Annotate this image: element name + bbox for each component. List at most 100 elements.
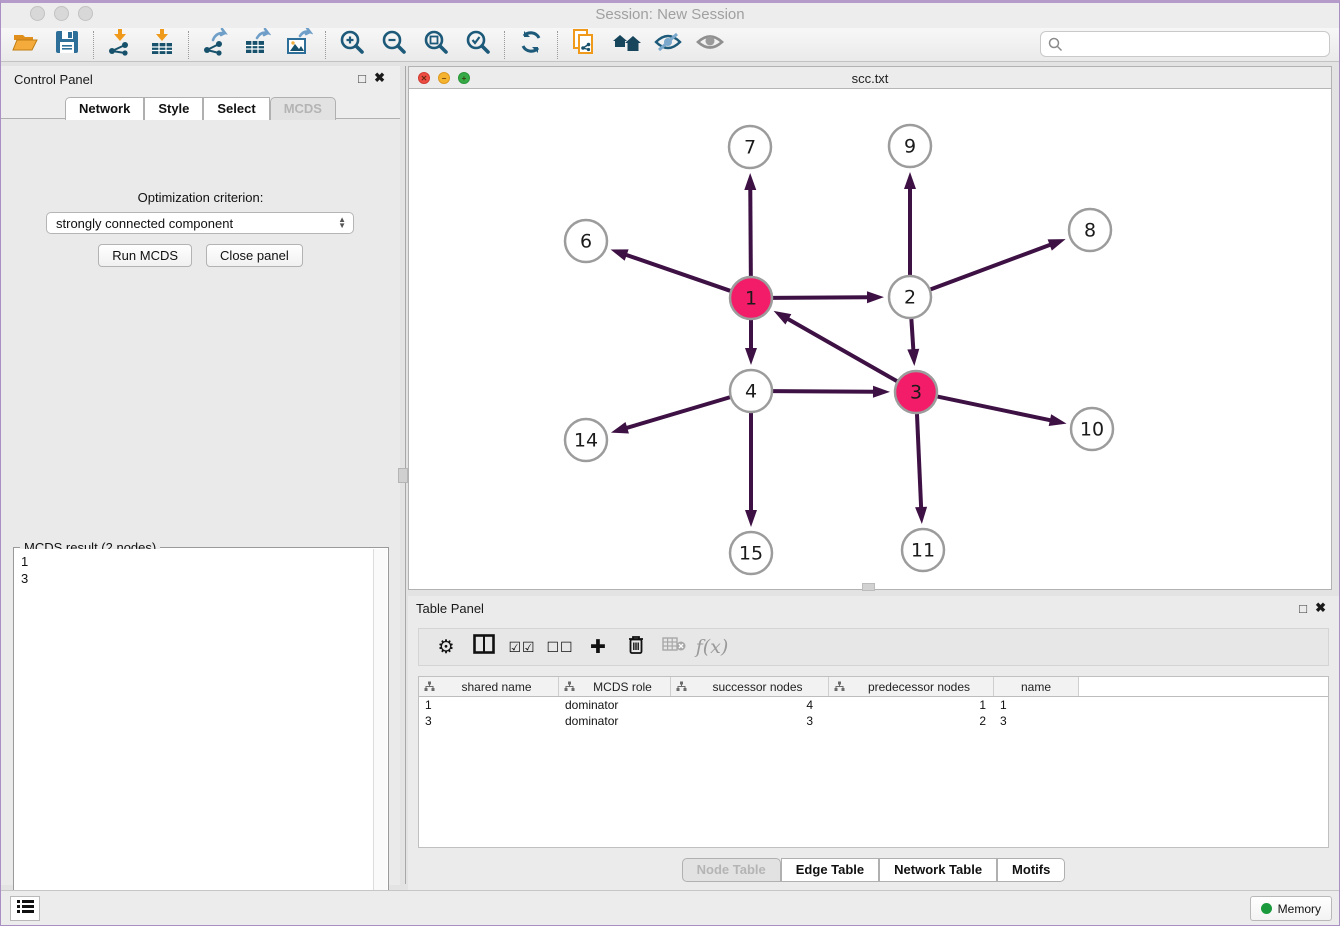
- network-window-title: scc.txt: [409, 71, 1331, 86]
- graph-edge[interactable]: [750, 188, 751, 276]
- tab-motifs[interactable]: Motifs: [997, 858, 1065, 882]
- hide-selected-button[interactable]: [647, 30, 689, 60]
- memory-button[interactable]: Memory: [1250, 896, 1332, 921]
- search-icon: [1048, 37, 1063, 52]
- table-settings-button[interactable]: ⚙: [427, 632, 465, 662]
- add-button[interactable]: ✚: [579, 632, 617, 662]
- column-header-successor-nodes[interactable]: successor nodes: [671, 677, 829, 696]
- table-row[interactable]: 3dominator323: [419, 713, 1328, 729]
- import-network-button[interactable]: [99, 30, 141, 60]
- export-image-button[interactable]: [278, 30, 320, 60]
- show-all-button[interactable]: [689, 30, 731, 60]
- tab-style[interactable]: Style: [144, 97, 203, 120]
- clone-network-button[interactable]: [563, 30, 605, 60]
- toolbar-separator: [557, 31, 558, 59]
- graph-edge[interactable]: [787, 318, 897, 381]
- graph-node-label: 7: [744, 137, 756, 159]
- table-tabs: Node TableEdge TableNetwork TableMotifs: [408, 858, 1339, 882]
- graph-edge[interactable]: [773, 391, 875, 392]
- graph-node-label: 2: [904, 287, 916, 309]
- save-session-button[interactable]: [46, 30, 88, 60]
- graph-edge-arrow: [915, 507, 927, 524]
- deselect-all-button[interactable]: ☐☐: [541, 632, 579, 662]
- graph-edge[interactable]: [773, 297, 869, 298]
- delete-button[interactable]: [617, 632, 655, 662]
- tab-node-table[interactable]: Node Table: [682, 858, 781, 882]
- zoom-fit-button[interactable]: [415, 30, 457, 60]
- fx-icon: f(x): [696, 636, 729, 658]
- select-all-button[interactable]: ☑☑: [503, 632, 541, 662]
- show-columns-button[interactable]: [465, 632, 503, 662]
- tab-edge-table[interactable]: Edge Table: [781, 858, 879, 882]
- column-header-mcds-role[interactable]: MCDS role: [559, 677, 671, 696]
- houses-icon: [611, 29, 641, 60]
- checked-boxes-icon: ☑☑: [508, 639, 535, 656]
- mcds-result-box: MCDS result (2 nodes) 13: [13, 547, 389, 923]
- graph-edge[interactable]: [625, 397, 730, 428]
- zoom-out-button[interactable]: [373, 30, 415, 60]
- export-network-button[interactable]: [194, 30, 236, 60]
- table-header-row: shared name MCDS role successor nodesprede…: [419, 677, 1328, 697]
- result-item: 1: [21, 553, 368, 570]
- tab-network-table[interactable]: Network Table: [879, 858, 997, 882]
- tab-network[interactable]: Network: [65, 97, 144, 120]
- graph-edge[interactable]: [911, 319, 913, 351]
- graph-edge-arrow: [611, 422, 629, 434]
- close-table-panel-icon[interactable]: ✖: [1315, 601, 1326, 614]
- selected-criterion: strongly connected component: [56, 216, 338, 231]
- network-graph[interactable]: 7968124314101511: [409, 89, 1331, 589]
- eye-icon: [695, 30, 725, 59]
- zoom-selected-button[interactable]: [457, 30, 499, 60]
- memory-status-icon: [1261, 903, 1272, 914]
- delete-column-icon: [662, 636, 686, 658]
- control-panel: Control Panel □ ✖ NetworkStyleSelectMCDS…: [1, 66, 400, 884]
- column-label: successor nodes: [687, 680, 828, 694]
- list-icon: [17, 900, 34, 918]
- column-header-shared-name[interactable]: shared name: [419, 677, 559, 696]
- float-table-panel-icon[interactable]: □: [1299, 602, 1307, 615]
- columns-icon: [473, 634, 495, 660]
- table-cell: dominator: [559, 714, 671, 728]
- horizontal-splitter-handle[interactable]: [862, 583, 875, 591]
- graph-node-label: 9: [904, 136, 916, 158]
- table-row[interactable]: 1dominator411: [419, 697, 1328, 713]
- task-history-button[interactable]: [10, 896, 40, 921]
- app-title: Session: New Session: [0, 6, 1340, 23]
- import-table-button[interactable]: [141, 30, 183, 60]
- graph-edge[interactable]: [625, 254, 730, 290]
- graph-node-label: 14: [574, 430, 598, 452]
- table-body: 1dominator4113dominator323: [419, 697, 1328, 729]
- export-table-button[interactable]: [236, 30, 278, 60]
- graph-edge[interactable]: [917, 414, 921, 509]
- optimization-criterion-select[interactable]: strongly connected component ▲▼: [46, 212, 354, 234]
- toolbar-separator: [325, 31, 326, 59]
- table-cell: 3: [419, 714, 559, 728]
- graph-edge-arrow: [745, 510, 757, 527]
- memory-label: Memory: [1278, 902, 1321, 916]
- run-mcds-button[interactable]: Run MCDS: [98, 244, 192, 267]
- graph-edge-arrow: [774, 311, 792, 325]
- tab-mcds[interactable]: MCDS: [270, 97, 336, 120]
- column-header-predecessor-nodes[interactable]: predecessor nodes: [829, 677, 994, 696]
- graph-edge[interactable]: [931, 244, 1052, 289]
- column-header-name[interactable]: name: [994, 677, 1079, 696]
- table-panel-title: Table Panel: [416, 601, 484, 616]
- column-label: name: [994, 680, 1078, 694]
- float-panel-icon[interactable]: □: [358, 72, 366, 85]
- search-input[interactable]: [1067, 36, 1329, 53]
- search-box[interactable]: [1040, 31, 1330, 57]
- vertical-splitter-handle[interactable]: [398, 468, 408, 483]
- home-button[interactable]: [605, 30, 647, 60]
- refresh-button[interactable]: [510, 30, 552, 60]
- graph-edge[interactable]: [938, 397, 1052, 421]
- tab-select[interactable]: Select: [203, 97, 269, 120]
- open-file-button[interactable]: [4, 30, 46, 60]
- graph-edge-arrow: [745, 348, 757, 365]
- sort-icon: [564, 681, 575, 692]
- close-panel-button[interactable]: Close panel: [206, 244, 303, 267]
- sort-icon: [834, 681, 845, 692]
- zoom-in-button[interactable]: [331, 30, 373, 60]
- close-panel-icon[interactable]: ✖: [374, 71, 385, 84]
- column-label: MCDS role: [575, 680, 670, 694]
- result-scrollbar[interactable]: [373, 549, 387, 921]
